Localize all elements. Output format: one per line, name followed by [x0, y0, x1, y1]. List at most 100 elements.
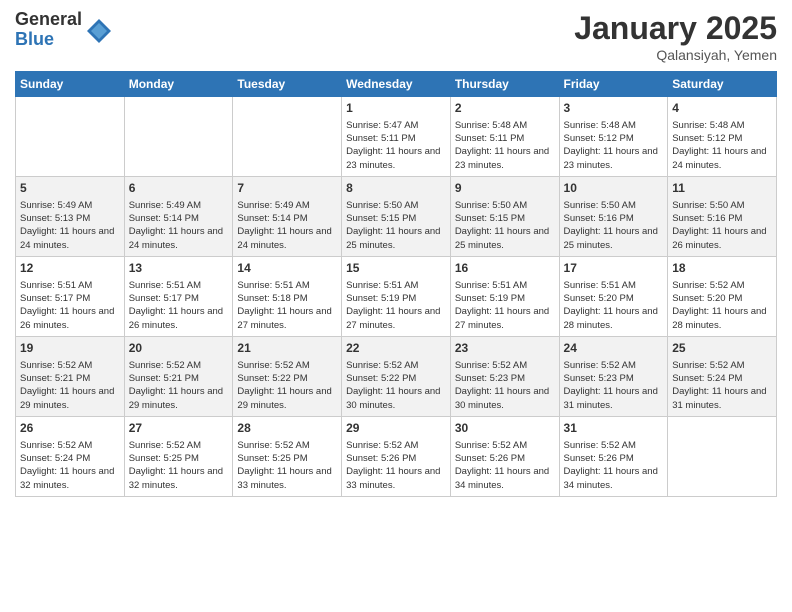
- calendar-week-row: 5Sunrise: 5:49 AMSunset: 5:13 PMDaylight…: [16, 177, 777, 257]
- table-row: 27Sunrise: 5:52 AMSunset: 5:25 PMDayligh…: [124, 417, 233, 497]
- day-number: 19: [20, 340, 120, 357]
- calendar-week-row: 1Sunrise: 5:47 AMSunset: 5:11 PMDaylight…: [16, 97, 777, 177]
- day-number: 3: [564, 100, 664, 117]
- sunrise-text: Sunrise: 5:48 AM: [564, 119, 664, 132]
- day-number: 17: [564, 260, 664, 277]
- logo-text: General Blue: [15, 10, 82, 50]
- day-number: 27: [129, 420, 229, 437]
- sunset-text: Sunset: 5:24 PM: [672, 372, 772, 385]
- sunrise-text: Sunrise: 5:52 AM: [672, 279, 772, 292]
- daylight-text: Daylight: 11 hours and 25 minutes.: [564, 225, 664, 252]
- sunrise-text: Sunrise: 5:52 AM: [129, 359, 229, 372]
- calendar-week-row: 19 Sunrise: 5:52 AM Sunset: 5:21 PM Dayligh…: [16, 337, 777, 417]
- daylight-text: Daylight: 11 hours and 32 minutes.: [129, 465, 229, 492]
- sunrise-text: Sunrise: 5:48 AM: [455, 119, 555, 132]
- table-row: 4Sunrise: 5:48 AMSunset: 5:12 PMDaylight…: [668, 97, 777, 177]
- sunset-text: Sunset: 5:22 PM: [346, 372, 446, 385]
- table-row: [124, 97, 233, 177]
- table-row: 30Sunrise: 5:52 AMSunset: 5:26 PMDayligh…: [450, 417, 559, 497]
- table-row: 22Sunrise: 5:52 AMSunset: 5:22 PMDayligh…: [342, 337, 451, 417]
- sunrise-text: Sunrise: 5:51 AM: [20, 279, 120, 292]
- sunset-text: Sunset: 5:22 PM: [237, 372, 337, 385]
- day-number: 5: [20, 180, 120, 197]
- sunset-text: Sunset: 5:19 PM: [346, 292, 446, 305]
- table-row: 2Sunrise: 5:48 AMSunset: 5:11 PMDaylight…: [450, 97, 559, 177]
- daylight-text: Daylight: 11 hours and 31 minutes.: [672, 385, 772, 412]
- daylight-text: Daylight: 11 hours and 25 minutes.: [455, 225, 555, 252]
- weekday-header-row: Sunday Monday Tuesday Wednesday Thursday…: [16, 72, 777, 97]
- sunset-text: Sunset: 5:25 PM: [129, 452, 229, 465]
- table-row: 3Sunrise: 5:48 AMSunset: 5:12 PMDaylight…: [559, 97, 668, 177]
- header-sunday: Sunday: [16, 72, 125, 97]
- logo-icon: [85, 17, 113, 45]
- day-number: 30: [455, 420, 555, 437]
- sunset-text: Sunset: 5:21 PM: [20, 372, 120, 385]
- table-row: 17Sunrise: 5:51 AMSunset: 5:20 PMDayligh…: [559, 257, 668, 337]
- table-row: 20Sunrise: 5:52 AMSunset: 5:21 PMDayligh…: [124, 337, 233, 417]
- sunset-text: Sunset: 5:15 PM: [346, 212, 446, 225]
- calendar-week-row: 26Sunrise: 5:52 AMSunset: 5:24 PMDayligh…: [16, 417, 777, 497]
- header-thursday: Thursday: [450, 72, 559, 97]
- sunset-text: Sunset: 5:25 PM: [237, 452, 337, 465]
- sunrise-text: Sunrise: 5:52 AM: [564, 359, 664, 372]
- day-number: 31: [564, 420, 664, 437]
- sunset-text: Sunset: 5:15 PM: [455, 212, 555, 225]
- sunrise-text: Sunrise: 5:52 AM: [672, 359, 772, 372]
- daylight-text: Daylight: 11 hours and 23 minutes.: [346, 145, 446, 172]
- header-tuesday: Tuesday: [233, 72, 342, 97]
- table-row: 21Sunrise: 5:52 AMSunset: 5:22 PMDayligh…: [233, 337, 342, 417]
- daylight-text: Daylight: 11 hours and 28 minutes.: [672, 305, 772, 332]
- logo-blue: Blue: [15, 30, 82, 50]
- table-row: 28Sunrise: 5:52 AMSunset: 5:25 PMDayligh…: [233, 417, 342, 497]
- day-number: 6: [129, 180, 229, 197]
- day-number: 23: [455, 340, 555, 357]
- sunset-text: Sunset: 5:23 PM: [455, 372, 555, 385]
- table-row: 24Sunrise: 5:52 AMSunset: 5:23 PMDayligh…: [559, 337, 668, 417]
- day-number: 12: [20, 260, 120, 277]
- title-section: January 2025 Qalansiyah, Yemen: [574, 10, 777, 63]
- day-number: 8: [346, 180, 446, 197]
- daylight-text: Daylight: 11 hours and 27 minutes.: [346, 305, 446, 332]
- table-row: 11Sunrise: 5:50 AMSunset: 5:16 PMDayligh…: [668, 177, 777, 257]
- sunrise-text: Sunrise: 5:50 AM: [564, 199, 664, 212]
- daylight-text: Daylight: 11 hours and 34 minutes.: [455, 465, 555, 492]
- daylight-text: Daylight: 11 hours and 24 minutes.: [672, 145, 772, 172]
- sunset-text: Sunset: 5:19 PM: [455, 292, 555, 305]
- table-row: 12Sunrise: 5:51 AMSunset: 5:17 PMDayligh…: [16, 257, 125, 337]
- day-number: 7: [237, 180, 337, 197]
- sunrise-text: Sunrise: 5:51 AM: [129, 279, 229, 292]
- location: Qalansiyah, Yemen: [574, 47, 777, 63]
- day-number: 13: [129, 260, 229, 277]
- header-wednesday: Wednesday: [342, 72, 451, 97]
- table-row: 9Sunrise: 5:50 AMSunset: 5:15 PMDaylight…: [450, 177, 559, 257]
- table-row: 23Sunrise: 5:52 AMSunset: 5:23 PMDayligh…: [450, 337, 559, 417]
- sunrise-text: Sunrise: 5:50 AM: [346, 199, 446, 212]
- sunrise-text: Sunrise: 5:52 AM: [346, 439, 446, 452]
- daylight-text: Daylight: 11 hours and 23 minutes.: [564, 145, 664, 172]
- table-row: [233, 97, 342, 177]
- sunset-text: Sunset: 5:20 PM: [564, 292, 664, 305]
- sunset-text: Sunset: 5:18 PM: [237, 292, 337, 305]
- table-row: 26Sunrise: 5:52 AMSunset: 5:24 PMDayligh…: [16, 417, 125, 497]
- table-row: 15Sunrise: 5:51 AMSunset: 5:19 PMDayligh…: [342, 257, 451, 337]
- header: General Blue January 2025 Qalansiyah, Ye…: [15, 10, 777, 63]
- sunrise-text: Sunrise: 5:52 AM: [455, 439, 555, 452]
- daylight-text: Daylight: 11 hours and 26 minutes.: [129, 305, 229, 332]
- calendar-week-row: 12Sunrise: 5:51 AMSunset: 5:17 PMDayligh…: [16, 257, 777, 337]
- sunset-text: Sunset: 5:23 PM: [564, 372, 664, 385]
- table-row: 19Sunrise: 5:52 AMSunset: 5:21 PMDayligh…: [16, 337, 125, 417]
- day-number: 14: [237, 260, 337, 277]
- daylight-text: Daylight: 11 hours and 24 minutes.: [129, 225, 229, 252]
- header-monday: Monday: [124, 72, 233, 97]
- header-saturday: Saturday: [668, 72, 777, 97]
- daylight-text: Daylight: 11 hours and 33 minutes.: [346, 465, 446, 492]
- month-title: January 2025: [574, 10, 777, 47]
- sunrise-text: Sunrise: 5:52 AM: [20, 439, 120, 452]
- day-number: 25: [672, 340, 772, 357]
- daylight-text: Daylight: 11 hours and 26 minutes.: [20, 305, 120, 332]
- daylight-text: Daylight: 11 hours and 27 minutes.: [455, 305, 555, 332]
- daylight-text: Daylight: 11 hours and 32 minutes.: [20, 465, 120, 492]
- sunset-text: Sunset: 5:16 PM: [672, 212, 772, 225]
- day-number: 28: [237, 420, 337, 437]
- table-row: [668, 417, 777, 497]
